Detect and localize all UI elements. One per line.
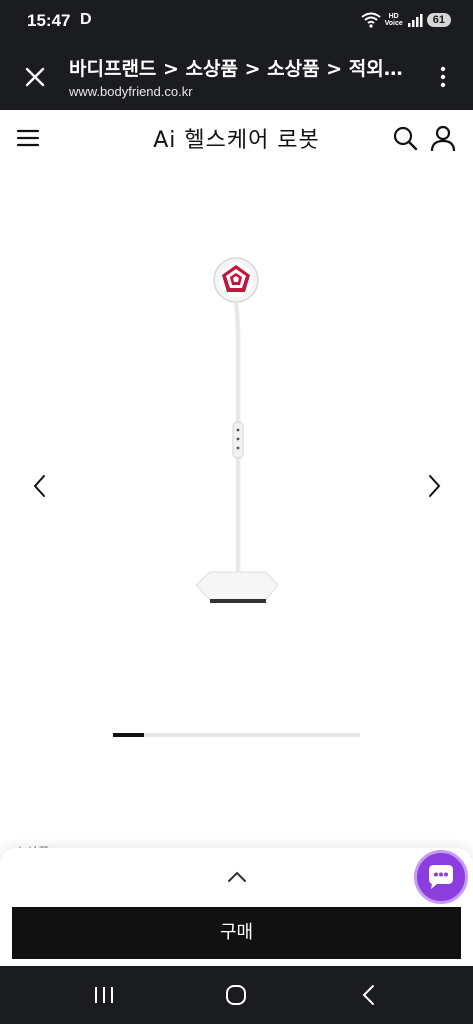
home-icon[interactable] — [225, 984, 247, 1006]
chat-bubble-icon — [429, 865, 453, 889]
hd-voice-bottom: Voice — [384, 20, 403, 27]
system-navigation-bar — [0, 966, 473, 1024]
more-vertical-icon[interactable] — [435, 64, 451, 90]
signal-icon — [407, 14, 423, 27]
gallery-progress-fill — [113, 733, 144, 737]
product-image-infrared-lamp — [195, 257, 279, 603]
battery-indicator: 61 — [426, 13, 451, 27]
hd-voice-indicator: HD Voice — [385, 13, 403, 27]
page-title: 바디프랜드 > 소상품 > 소상품 > 적외선... — [69, 58, 409, 80]
chevron-left-icon[interactable] — [30, 471, 50, 501]
browser-tab-header: 바디프랜드 > 소상품 > 소상품 > 적외선... www.bodyfrien… — [0, 42, 473, 110]
buy-button[interactable]: 구매 — [12, 907, 461, 959]
site-header: Ai 헬스케어 로봇 — [0, 110, 473, 166]
purchase-sheet: 구매 — [0, 848, 473, 966]
gallery-progress-track — [113, 733, 360, 737]
search-icon[interactable] — [392, 125, 418, 151]
back-icon[interactable] — [360, 983, 376, 1007]
hd-voice-top: HD — [388, 13, 399, 20]
close-icon[interactable] — [22, 64, 48, 90]
wifi-icon — [360, 12, 381, 28]
status-time: 15:47 — [27, 11, 71, 30]
user-icon[interactable] — [430, 124, 456, 152]
status-icons: HD Voice 61 — [360, 12, 451, 28]
page-url: www.bodyfriend.co.kr — [69, 84, 193, 99]
chat-button[interactable] — [414, 850, 468, 904]
product-gallery[interactable] — [0, 166, 473, 766]
notification-app-letter: D — [80, 11, 92, 28]
chevron-right-icon[interactable] — [424, 471, 444, 501]
chevron-up-icon[interactable] — [226, 870, 248, 884]
recent-apps-icon[interactable] — [92, 985, 116, 1005]
status-bar: 15:47 D HD Voice 61 — [0, 0, 473, 42]
